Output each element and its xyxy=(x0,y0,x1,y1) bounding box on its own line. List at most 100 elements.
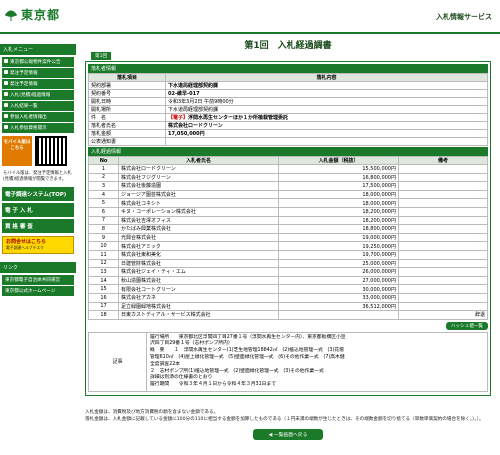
hash-list-row: ハッシュ値一覧 xyxy=(88,321,488,330)
info-value: 令和3年3月2日 午前9時00分 xyxy=(165,97,488,106)
bid-name: 光興合株式会社 xyxy=(118,232,279,243)
sidebar-item-shikaku[interactable]: 入札参加資格開示 xyxy=(2,123,74,133)
sidebar-item-koho[interactable]: 東京都公報物件案件公告 xyxy=(2,57,74,67)
sidebar-item-label: 東京都公報物件案件公告 xyxy=(10,60,61,65)
bid-no: 3 xyxy=(88,181,119,191)
bid-table: No 入札者氏名 入札金額（税抜） 備考 1 株式会社ロードクリーン 15,500,… xyxy=(88,156,488,320)
bid-note xyxy=(398,301,488,312)
bid-amount: 26,000,000円 xyxy=(278,267,399,277)
bid-note xyxy=(398,215,488,226)
info-value: 02-維早-017 xyxy=(165,89,488,98)
bid-amount: 33,000,000円 xyxy=(278,292,399,303)
bid-no: 6 xyxy=(88,206,119,217)
bid-name: 株式会社アミック xyxy=(118,241,279,251)
table-row: 2 株式会社フジグリーン 16,800,000円 xyxy=(88,172,488,183)
bid-header-amount: 入札金額（税抜） xyxy=(278,156,399,165)
table-row: 契約番号 02-維早-017 xyxy=(88,89,488,98)
sidebar-item-hatchu[interactable]: 発注予定情報 xyxy=(2,68,74,78)
bid-amount: 16,800,000円 xyxy=(278,172,399,183)
sidebar-item-sanka[interactable]: 参加入札者情報出 xyxy=(2,112,74,122)
mobile-box: モバイル版はこちら xyxy=(2,136,74,166)
denshi-nyusatsu-link[interactable]: 電 子 入 札 xyxy=(2,203,74,217)
bid-note xyxy=(398,224,488,234)
bid-name: 株式会社フジグリーン xyxy=(118,172,279,183)
bid-amount: 18,200,000円 xyxy=(278,206,399,217)
bid-amount: 19,250,000円 xyxy=(278,241,399,251)
bid-name: 株式会社アカネ xyxy=(118,292,279,303)
table-row: 契約部署 下水道局経理部契約課 xyxy=(88,81,488,90)
electronic-tag: 【電子】 xyxy=(168,115,189,121)
bid-amount: 27,000,000円 xyxy=(278,275,399,286)
info-key: 落札者氏名 xyxy=(88,121,166,130)
table-row: 落札金額 17,050,000円 xyxy=(88,129,488,138)
bid-no: 8 xyxy=(88,224,119,234)
tab-round-1[interactable]: 第1回 xyxy=(91,52,112,60)
table-row: 18 日東カストディアル・サービス株式会社 辞退 xyxy=(88,310,488,320)
bid-note xyxy=(398,249,488,260)
table-row: 件 名【電子】浮間水再生センターほか１か所植栽管理委託 xyxy=(88,113,488,122)
link-kyodo[interactable]: 東京都電子自治体共同運営 xyxy=(2,275,74,285)
remarks-table: 記事 履行場所 東京都北区浮間四丁目27番１号（浮間水再生センター内）、東京都板… xyxy=(88,331,488,393)
table-row: 開札日時 令和3年3月2日 午前9時00分 xyxy=(88,97,488,106)
back-to-list-button[interactable]: ◀ 一覧画面へ戻る xyxy=(253,429,323,441)
link-official[interactable]: 東京都公式ホームページ xyxy=(2,286,74,296)
table-row: 6 キヌ・コーポレーション株式会社 18,200,000円 xyxy=(88,206,488,217)
bid-no: 4 xyxy=(88,189,119,200)
bid-amount: 18,000,000円 xyxy=(278,189,399,200)
bid-name: 日建管財株式会社 xyxy=(118,258,279,269)
bid-note xyxy=(398,292,488,303)
table-row: 公表通知書 xyxy=(88,137,488,146)
main-content: 第1回 入札経過調書 第1回 落札者情報 落札項目 落札内容 契約部署 下水道局経… xyxy=(85,36,491,441)
bid-note xyxy=(398,189,488,200)
bid-amount: 30,000,000円 xyxy=(278,284,399,294)
table-row: 記事 履行場所 東京都北区浮間四丁目27番１号（浮間水再生センター内）、東京都板… xyxy=(88,331,488,393)
mobile-button[interactable]: モバイル版はこちら xyxy=(2,136,32,166)
sidebar-item-keika[interactable]: 入札(見積)経過情報 xyxy=(2,90,74,100)
sidebar-item-label: 入札(見積)経過情報 xyxy=(10,93,51,98)
sidebar-item-kekka[interactable]: 入札結果一覧 xyxy=(2,101,74,111)
bullet-icon xyxy=(4,92,8,96)
table-row: 11 株式会社東和美化 19,700,000円 xyxy=(88,249,488,260)
bid-no: 16 xyxy=(88,292,119,303)
table-row: 15 有限会社コートグリーン 30,000,000円 xyxy=(88,284,488,294)
qr-code-icon xyxy=(35,136,67,166)
table-row: 5 株式会社コネシト 18,000,000円 xyxy=(88,198,488,208)
bid-table-body: 1 株式会社ロードクリーン 15,500,000円 2 株式会社フジグリーン 16,800… xyxy=(88,164,488,320)
site-name: 入札情報サービス xyxy=(436,13,492,21)
system-top-link[interactable]: 電子調達システム(TOP) xyxy=(2,187,74,201)
bid-header-no: No xyxy=(88,156,119,165)
mobile-note: モバイル版は、発注予定情報と入札(見積)経過情報が閲覧できます。 xyxy=(3,171,72,182)
bid-note xyxy=(398,164,488,174)
remarks-text: 履行場所 東京都北区浮間四丁目27番１号（浮間水再生センター内）、東京都板橋区小… xyxy=(146,331,488,393)
tokyo-logo[interactable]: 東京都 xyxy=(4,6,60,23)
shikaku-shinsa-link[interactable]: 資 格 審 査 xyxy=(2,219,74,233)
helpdesk-banner[interactable]: お問合せはこちら 電子調達ヘルプデスク xyxy=(2,236,74,254)
info-value: 下水道局経理部契約課 xyxy=(165,105,488,114)
table-row: 8 かたばみ興業株式会社 18,800,000円 xyxy=(88,224,488,234)
bid-note xyxy=(398,258,488,269)
info-header-content: 落札内容 xyxy=(165,73,488,82)
hash-list-button[interactable]: ハッシュ値一覧 xyxy=(445,321,488,330)
sidebar-item-hatchu-2[interactable]: 発注予定情報 xyxy=(2,79,74,89)
bid-no: 18 xyxy=(88,310,119,320)
bid-name: 株式会社後藤造園 xyxy=(118,181,279,191)
bid-name: 有限会社コートグリーン xyxy=(118,284,279,294)
bid-note xyxy=(398,275,488,286)
bid-no: 9 xyxy=(88,232,119,243)
bid-note xyxy=(398,241,488,251)
info-value: 17,050,000円 xyxy=(165,129,488,138)
info-value xyxy=(165,137,488,146)
bid-amount: 18,000,000円 xyxy=(278,198,399,208)
ginkgo-leaf-icon xyxy=(4,10,18,21)
bid-amount: 18,800,000円 xyxy=(278,224,399,234)
table-row: 14 秋山造園株式会社 27,000,000円 xyxy=(88,275,488,286)
info-value: 株式会社ロードクリーン xyxy=(165,121,488,130)
bid-note xyxy=(398,198,488,208)
table-row: 7 株式会社吉澤オフィス 18,200,000円 xyxy=(88,215,488,226)
bid-no: 1 xyxy=(88,164,119,174)
info-key: 件 名 xyxy=(88,113,166,122)
bid-amount: 19,700,000円 xyxy=(278,249,399,260)
table-row: 4 ジョージア園芸株式会社 18,000,000円 xyxy=(88,189,488,200)
result-panel: 落札者情報 落札項目 落札内容 契約部署 下水道局経理部契約課 契約番号 02-維早… xyxy=(85,61,491,397)
bullet-icon xyxy=(4,59,8,63)
